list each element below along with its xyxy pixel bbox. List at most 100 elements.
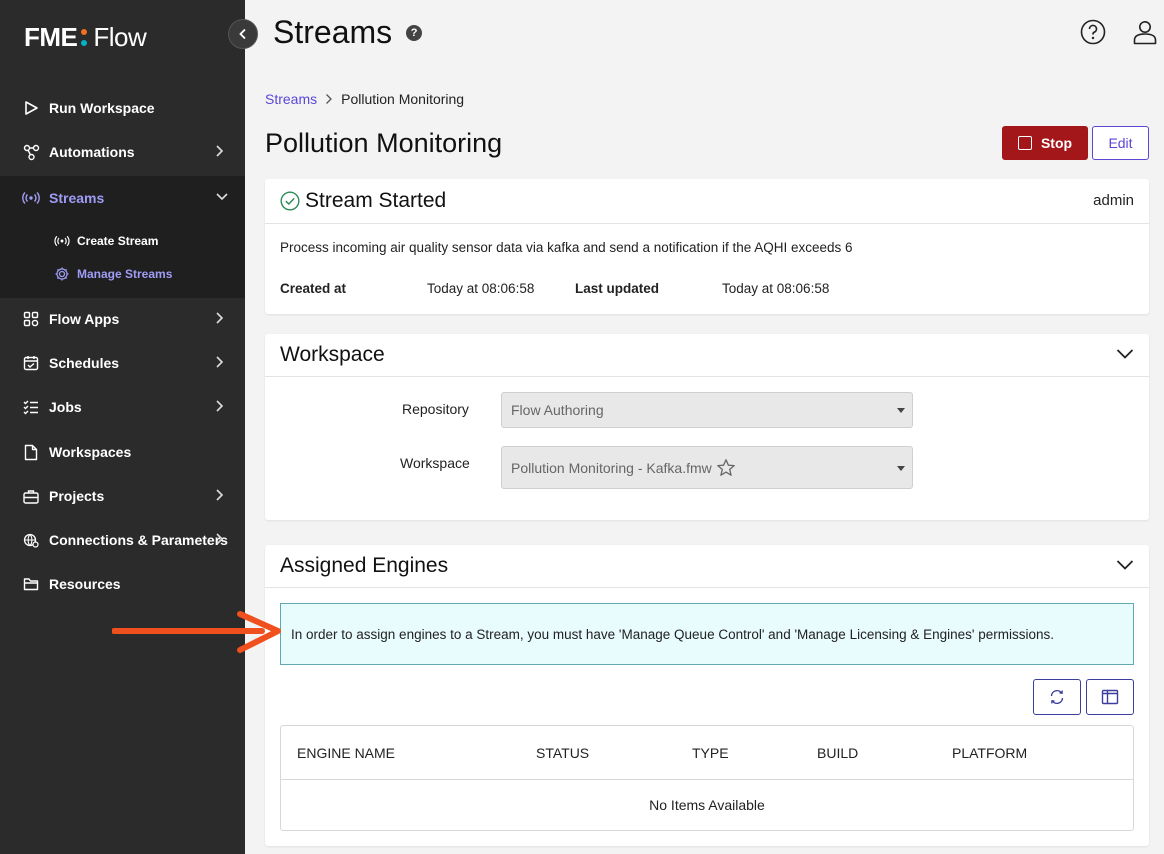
column-header-type[interactable]: TYPE — [692, 745, 729, 761]
chevron-down-icon — [216, 193, 228, 201]
created-at-value: Today at 08:06:58 — [427, 281, 535, 296]
workspace-label: Workspace — [400, 455, 470, 471]
columns-button[interactable] — [1086, 679, 1134, 715]
sidebar-item-resources[interactable]: Resources — [0, 562, 245, 606]
refresh-icon — [1050, 689, 1064, 705]
repository-label: Repository — [402, 401, 469, 417]
sidebar-item-label: Workspaces — [49, 444, 132, 460]
sidebar-subitem-create-stream[interactable]: Create Stream — [54, 233, 158, 249]
sidebar-subitem-manage-streams[interactable]: Manage Streams — [54, 266, 172, 282]
play-outline-icon — [22, 99, 40, 117]
workspace-select-value: Pollution Monitoring - Kafka.fmw — [511, 459, 712, 476]
chevron-left-icon — [239, 28, 246, 40]
stream-title: Pollution Monitoring — [265, 128, 503, 158]
stream-status-label: Stream Started — [305, 189, 447, 212]
help-badge-icon[interactable]: ? — [406, 24, 423, 41]
edit-button[interactable]: Edit — [1092, 126, 1149, 160]
column-header-engine-name[interactable]: ENGINE NAME — [297, 745, 395, 761]
caret-down-icon — [897, 408, 905, 413]
sidebar-item-projects[interactable]: Projects — [0, 474, 245, 518]
sidebar-item-workspaces[interactable]: Workspaces — [0, 430, 245, 474]
column-header-platform[interactable]: PLATFORM — [952, 745, 1027, 761]
divider — [281, 779, 1133, 780]
divider — [265, 376, 1149, 377]
chevron-down-icon[interactable] — [1116, 559, 1134, 571]
apps-grid-icon — [22, 310, 40, 328]
star-outline-icon[interactable] — [716, 458, 736, 478]
created-at-label: Created at — [280, 281, 347, 296]
help-circle-icon[interactable] — [1080, 19, 1106, 45]
stop-square-icon — [1017, 136, 1032, 150]
streams-submenu — [0, 220, 245, 298]
column-header-status[interactable]: STATUS — [536, 745, 589, 761]
sidebar-item-jobs[interactable]: Jobs — [0, 385, 245, 429]
engines-table: ENGINE NAME STATUS TYPE BUILD PLATFORM N… — [280, 725, 1134, 831]
stop-button[interactable]: Stop — [1002, 126, 1088, 160]
last-updated-label: Last updated — [575, 281, 660, 296]
breadcrumb-streams-link[interactable]: Streams — [265, 91, 317, 107]
collapse-sidebar-button[interactable] — [228, 19, 258, 49]
permission-info-message: In order to assign engines to a Stream, … — [280, 603, 1134, 665]
chevron-down-icon[interactable] — [1116, 348, 1134, 360]
assigned-engines-card: Assigned Engines In order to assign engi… — [265, 545, 1149, 846]
workspace-section-title: Workspace — [280, 343, 385, 366]
sidebar-item-connections-parameters[interactable]: Connections & Parameters — [0, 518, 245, 562]
user-icon[interactable] — [1132, 19, 1158, 45]
logo-product: Flow — [93, 22, 147, 52]
sidebar-item-label: Resources — [49, 576, 121, 592]
last-updated-value: Today at 08:06:58 — [722, 281, 830, 296]
stream-description: Process incoming air quality sensor data… — [280, 240, 853, 255]
logo-brand: FME — [24, 22, 78, 52]
check-circle-icon — [280, 191, 300, 211]
logo-dots — [81, 29, 88, 46]
workspace-select[interactable]: Pollution Monitoring - Kafka.fmw — [501, 446, 913, 489]
fme-flow-logo[interactable]: FME Flow — [24, 22, 147, 53]
folder-icon — [22, 575, 40, 593]
sidebar-item-label: Schedules — [49, 355, 120, 371]
annotation-arrow-icon — [112, 611, 281, 653]
broadcast-icon — [22, 189, 40, 207]
empty-table-message: No Items Available — [649, 797, 765, 813]
sidebar-item-label: Streams — [49, 190, 105, 206]
sidebar: FME Flow Run Workspace Automations Strea… — [0, 0, 245, 854]
stop-button-label: Stop — [1040, 135, 1073, 151]
file-icon — [22, 443, 40, 461]
globe-gear-icon — [22, 531, 40, 549]
sidebar-item-run-workspace[interactable]: Run Workspace — [0, 86, 245, 130]
broadcast-icon — [54, 233, 70, 249]
calendar-icon — [22, 354, 40, 372]
stream-status-header: Stream Started — [280, 189, 446, 213]
chevron-right-icon — [216, 489, 224, 501]
columns-icon — [1101, 689, 1119, 705]
column-header-build[interactable]: BUILD — [817, 745, 858, 761]
sidebar-subitem-label: Create Stream — [77, 234, 159, 248]
chevron-right-icon — [216, 356, 224, 368]
sidebar-item-flow-apps[interactable]: Flow Apps — [0, 297, 245, 341]
sidebar-item-streams[interactable]: Streams — [0, 176, 245, 220]
chevron-right-icon — [216, 400, 224, 412]
sidebar-item-label: Automations — [49, 144, 135, 160]
chevron-right-icon — [216, 145, 224, 157]
sidebar-item-label: Projects — [49, 488, 105, 504]
page-title-text: Streams — [273, 14, 393, 50]
sidebar-item-label: Run Workspace — [49, 100, 155, 116]
refresh-button[interactable] — [1033, 679, 1081, 715]
page-title: Streams ? — [273, 14, 423, 51]
divider — [265, 223, 1149, 224]
sidebar-item-schedules[interactable]: Schedules — [0, 341, 245, 385]
breadcrumb-current: Pollution Monitoring — [341, 91, 465, 107]
sidebar-item-automations[interactable]: Automations — [0, 130, 245, 174]
chevron-right-icon — [325, 93, 333, 105]
assigned-engines-title: Assigned Engines — [280, 554, 449, 577]
gear-icon — [54, 266, 70, 282]
chevron-right-icon — [216, 312, 224, 324]
sidebar-subitem-label: Manage Streams — [77, 267, 173, 281]
breadcrumb: Streams Pollution Monitoring — [265, 91, 464, 107]
stream-owner: admin — [1093, 192, 1134, 209]
repository-select[interactable]: Flow Authoring — [501, 392, 913, 428]
briefcase-icon — [22, 487, 40, 505]
sidebar-item-label: Jobs — [49, 399, 82, 415]
checklist-icon — [22, 398, 40, 416]
stream-status-card: Stream Started admin Process incoming ai… — [265, 179, 1149, 314]
divider — [265, 587, 1149, 588]
